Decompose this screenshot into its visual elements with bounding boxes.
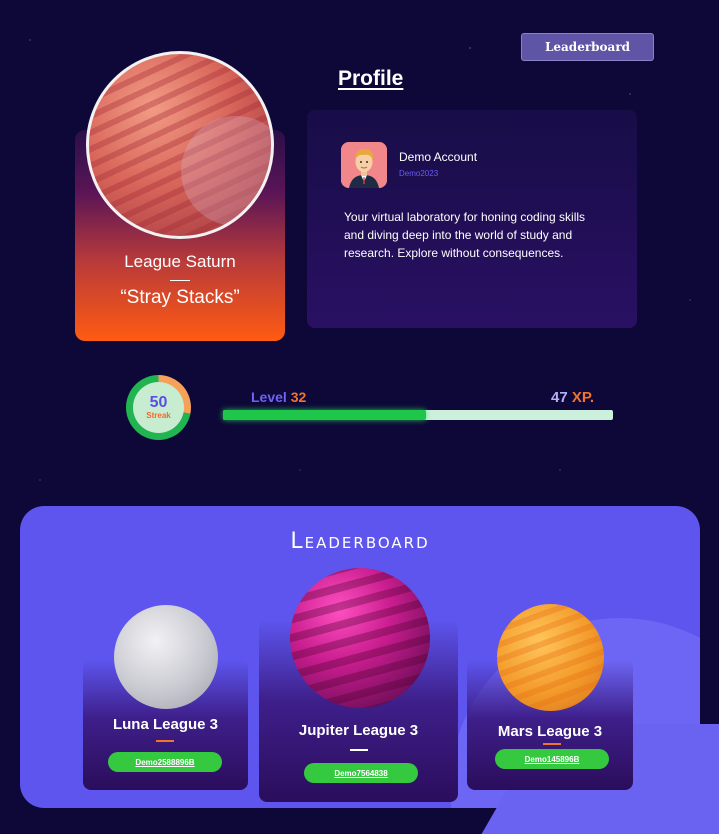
mars-planet-image bbox=[497, 604, 604, 711]
level-label: Level 32 bbox=[251, 389, 306, 405]
leaderboard-league-jupiter: Jupiter League 3 bbox=[298, 722, 419, 739]
leaderboard-title: Leaderboard bbox=[290, 529, 430, 554]
leaderboard-user-luna[interactable]: Demo2588896B bbox=[108, 752, 222, 772]
xp-value: 47 bbox=[551, 389, 568, 406]
xp-progress-bar bbox=[223, 410, 613, 420]
jupiter-planet-image bbox=[290, 568, 430, 708]
account-handle: Demo2023 bbox=[399, 169, 439, 178]
profile-title: Profile bbox=[338, 67, 404, 90]
leaderboard-button[interactable]: Leaderboard bbox=[521, 33, 654, 61]
leaderboard-user-mars[interactable]: Demo145896B bbox=[495, 749, 609, 769]
leaderboard-league-mars: Mars League 3 bbox=[497, 723, 603, 740]
level-number: 32 bbox=[290, 389, 307, 405]
xp-unit: XP. bbox=[571, 389, 595, 406]
level-word: Level bbox=[251, 389, 287, 405]
league-name: League Saturn bbox=[124, 252, 236, 271]
streak-label: Streak bbox=[146, 410, 171, 420]
saturn-planet-image bbox=[86, 51, 274, 239]
account-name: Demo Account bbox=[399, 150, 478, 164]
user-avatar-icon bbox=[341, 142, 387, 188]
league-motto: “Stray Stacks” bbox=[120, 287, 240, 308]
streak-value: 50 bbox=[149, 393, 168, 411]
luna-planet-image bbox=[114, 605, 218, 709]
leaderboard-accent-luna bbox=[156, 740, 174, 742]
leaderboard-accent-mars bbox=[543, 743, 561, 745]
xp-label: 47 XP. bbox=[551, 389, 594, 406]
avatar bbox=[341, 142, 387, 188]
streak-inner: 50 Streak bbox=[133, 382, 184, 433]
xp-progress-fill bbox=[223, 410, 426, 420]
leaderboard-league-luna: Luna League 3 bbox=[112, 716, 219, 733]
league-divider bbox=[170, 280, 190, 281]
profile-bio: Your virtual laboratory for honing codin… bbox=[344, 210, 586, 260]
streak-badge: 50 Streak bbox=[126, 375, 191, 440]
leaderboard-user-jupiter[interactable]: Demo7564838 bbox=[304, 763, 418, 783]
leaderboard-accent-jupiter bbox=[350, 749, 368, 751]
